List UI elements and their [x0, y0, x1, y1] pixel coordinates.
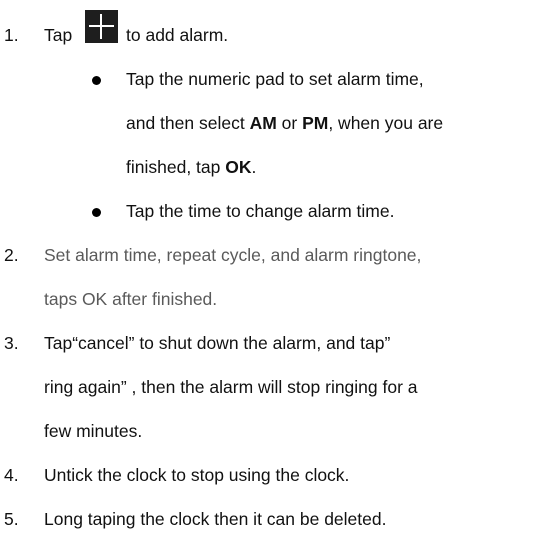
- step-3-line-1: Tap“cancel” to shut down the alarm, and …: [44, 333, 391, 353]
- step-2-line-2: taps OK after finished.: [44, 289, 218, 309]
- bullet-a-line-1: Tap the numeric pad to set alarm time,: [126, 69, 424, 89]
- document-page: 1. Tap to add alarm. Tap the numeric pad…: [0, 0, 556, 542]
- step-5-number: 5.: [4, 509, 19, 529]
- bullet-icon: [92, 76, 101, 85]
- step-4-text: Untick the clock to stop using the clock…: [44, 465, 350, 485]
- step-1-tap-text: Tap: [44, 25, 73, 45]
- bullet-a-line-2: and then select AM or PM, when you are: [126, 113, 444, 133]
- step-5-text: Long taping the clock then it can be del…: [44, 509, 387, 529]
- pm-label: PM: [302, 113, 329, 133]
- ok-label: OK: [225, 157, 252, 177]
- step-4-number: 4.: [4, 465, 19, 485]
- bullet-a-line-3: finished, tap OK.: [126, 157, 257, 177]
- step-3-number: 3.: [4, 333, 19, 353]
- bullet-icon: [92, 208, 101, 217]
- step-2-number: 2.: [4, 245, 19, 265]
- step-2-line-1: Set alarm time, repeat cycle, and alarm …: [44, 245, 422, 265]
- step-1-after-icon-text: to add alarm.: [126, 25, 229, 45]
- am-label: AM: [249, 113, 277, 133]
- step-3-line-3: few minutes.: [44, 421, 143, 441]
- step-1-number: 1.: [4, 25, 19, 45]
- step-3-line-2: ring again” , then the alarm will stop r…: [44, 377, 418, 397]
- bullet-b-text: Tap the time to change alarm time.: [126, 201, 395, 221]
- plus-icon: [85, 10, 118, 43]
